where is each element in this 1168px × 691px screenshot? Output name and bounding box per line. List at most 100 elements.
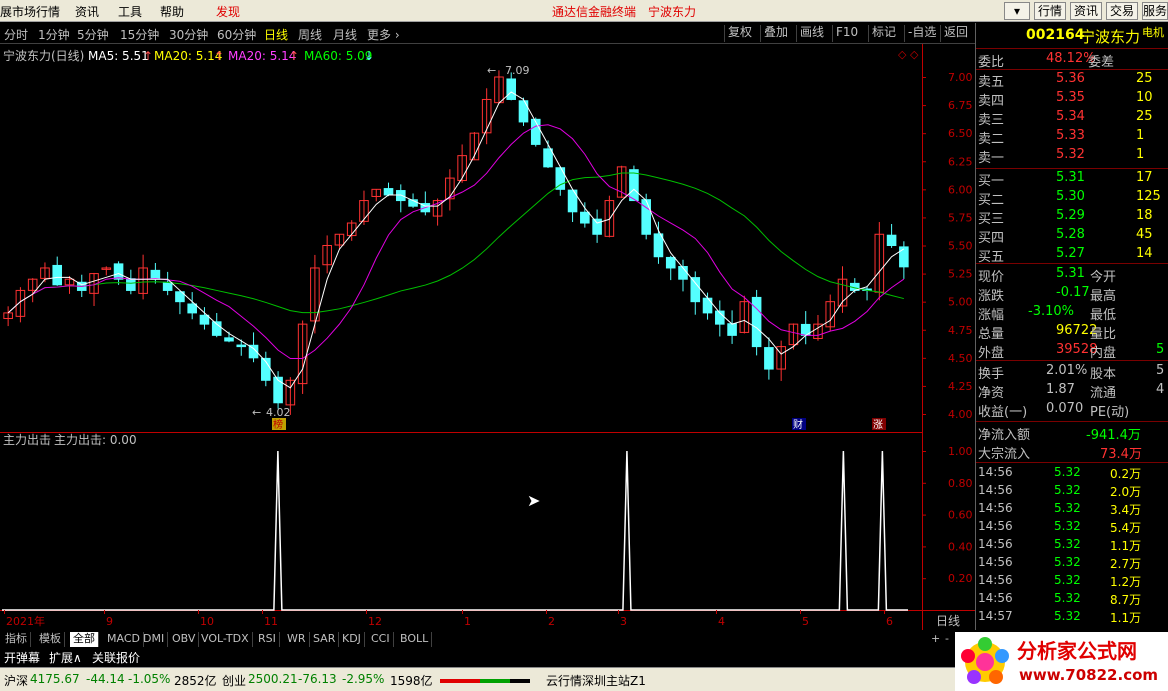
- indicator-tab[interactable]: 模板: [36, 632, 65, 647]
- menu-discover[interactable]: 发现: [216, 3, 240, 20]
- mark-button[interactable]: 标记: [868, 25, 899, 42]
- tick-row: 14:56 5.32 8.7万: [978, 591, 1142, 607]
- tick-row: 14:56 5.32 1.1万: [978, 537, 1142, 553]
- period-week[interactable]: 周线: [298, 26, 322, 43]
- candle: [776, 340, 786, 381]
- ask-row[interactable]: 卖一 5.32 1: [978, 147, 1144, 166]
- period-day[interactable]: 日线: [264, 26, 288, 43]
- candle: [629, 165, 639, 202]
- sh-change: -44.14: [86, 672, 125, 686]
- overlay-button[interactable]: 叠加: [760, 25, 791, 42]
- price-tick-label: 6.00: [948, 183, 973, 196]
- kline-chart-area[interactable]: 7.00 6.75 6.50 6.25 6.00 5.75 5.50 5.25 5.00 4.75…: [0, 44, 975, 630]
- window-menu-button[interactable]: ▾: [1004, 2, 1030, 20]
- weibi-row: 委比 48.12% 委差: [978, 51, 1115, 70]
- indicator-tab[interactable]: MACD: [104, 632, 144, 647]
- tick-row: 14:56 5.32 5.4万: [978, 519, 1142, 535]
- indicator-axis: 1.00 0.80 0.60 0.40 0.20: [922, 445, 973, 585]
- price-tick-label: 5.00: [948, 296, 973, 309]
- indicator-tab[interactable]: RSI: [255, 632, 280, 647]
- danmu-toggle[interactable]: 开弹幕: [4, 649, 40, 666]
- indicator-tab[interactable]: 全部: [70, 632, 99, 647]
- remove-watchlist-button[interactable]: -自选: [904, 25, 939, 42]
- stat2-row: 净资 1.87 流通 4: [978, 382, 1165, 401]
- indicator-tick-label: 1.00: [948, 445, 973, 458]
- indicator-tab[interactable]: KDJ: [339, 632, 365, 647]
- indicator-tab[interactable]: SAR: [310, 632, 340, 647]
- period-1min[interactable]: 1分钟: [38, 26, 70, 43]
- diamond-icon[interactable]: ◇: [898, 48, 907, 61]
- ask-row[interactable]: 卖二 5.33 1: [978, 128, 1144, 147]
- candle: [788, 323, 799, 350]
- period-month[interactable]: 月线: [333, 26, 357, 43]
- menu-market[interactable]: 展市场行情: [0, 3, 60, 20]
- stock-code: 002164: [1026, 27, 1085, 43]
- candle: [187, 292, 197, 320]
- period-more[interactable]: 更多 ›: [367, 26, 400, 43]
- candle: [310, 254, 320, 334]
- ask-row[interactable]: 卖五 5.36 25: [978, 71, 1153, 90]
- expand-button[interactable]: 扩展∧: [49, 649, 82, 666]
- candle: [89, 272, 99, 307]
- indicator-tab[interactable]: 指标: [2, 632, 31, 647]
- time-tick-label: 9: [106, 615, 113, 628]
- sh-pct: -1.05%: [128, 672, 171, 686]
- info-button[interactable]: 资讯: [1070, 2, 1102, 20]
- menu-tools[interactable]: 工具: [118, 3, 142, 20]
- diamond-icon[interactable]: ◇: [910, 48, 919, 61]
- period-30min[interactable]: 30分钟: [169, 26, 208, 43]
- restore-rights-button[interactable]: 复权: [724, 25, 755, 42]
- back-button[interactable]: 返回: [940, 25, 971, 42]
- indicator-tab[interactable]: WR: [284, 632, 310, 647]
- bid-row[interactable]: 买四 5.28 45: [978, 227, 1153, 246]
- marker-list[interactable]: 榜: [273, 418, 283, 431]
- watermark-logo: 分析家公式网 www.70822.com: [955, 632, 1168, 691]
- indicator-tab[interactable]: VOL-TDX: [198, 632, 253, 647]
- candle: [751, 289, 762, 356]
- service-button[interactable]: 服务: [1142, 2, 1168, 20]
- time-tick-label: 1: [464, 615, 471, 628]
- minus-icon[interactable]: -: [942, 632, 952, 647]
- marker-finance[interactable]: 财: [793, 418, 803, 431]
- tick-row: 14:56 5.32 2.0万: [978, 483, 1142, 499]
- chevron-right-icon: ›: [394, 28, 400, 42]
- sh-amount: 2852亿: [174, 674, 217, 688]
- candle: [886, 224, 897, 248]
- bid-row[interactable]: 买一 5.31 17: [978, 170, 1153, 189]
- time-tick-label: 2: [548, 615, 555, 628]
- candle: [518, 97, 529, 126]
- draw-line-button[interactable]: 画线: [796, 25, 827, 42]
- bid-row[interactable]: 买五 5.27 14: [978, 246, 1153, 265]
- ask-row[interactable]: 卖三 5.34 25: [978, 109, 1153, 128]
- f10-button[interactable]: F10: [832, 25, 861, 42]
- candle: [764, 337, 774, 380]
- marker-rise[interactable]: 涨: [873, 419, 883, 431]
- high-arrow: ←: [487, 64, 496, 77]
- candle: [457, 144, 467, 183]
- window-stock-name: 宁波东力: [648, 5, 697, 19]
- period-60min[interactable]: 60分钟: [217, 26, 256, 43]
- stat-row: 涨跌 -0.17 最高: [978, 285, 1117, 304]
- indicator-tab[interactable]: CCI: [368, 632, 394, 647]
- mouse-cursor-icon: ➤: [527, 491, 540, 510]
- period-tick[interactable]: 分时: [4, 26, 28, 43]
- menu-news[interactable]: 资讯: [75, 3, 99, 20]
- indicator-tick-label: 0.40: [948, 540, 973, 553]
- related-quote-button[interactable]: 关联报价: [92, 649, 140, 666]
- indicator-tab[interactable]: OBV: [169, 632, 200, 647]
- period-15min[interactable]: 15分钟: [120, 26, 159, 43]
- plus-icon[interactable]: +: [928, 632, 943, 647]
- time-tick-label: 5: [802, 615, 809, 628]
- ask-row[interactable]: 卖四 5.35 10: [978, 90, 1153, 109]
- high-label: 7.09: [505, 64, 530, 77]
- bid-row[interactable]: 买三 5.29 18: [978, 208, 1153, 227]
- indicator-tab[interactable]: DMI: [140, 632, 169, 647]
- period-5min[interactable]: 5分钟: [77, 26, 109, 43]
- kline-chart[interactable]: 7.00 6.75 6.50 6.25 6.00 5.75 5.50 5.25 5.00 4.75…: [0, 44, 975, 630]
- trade-button[interactable]: 交易: [1106, 2, 1138, 20]
- quote-button[interactable]: 行情: [1034, 2, 1066, 20]
- menu-help[interactable]: 帮助: [160, 3, 184, 20]
- indicator-tab[interactable]: BOLL: [397, 632, 433, 647]
- bid-row[interactable]: 买二 5.30 125: [978, 189, 1161, 208]
- ma5-line: [7, 91, 905, 389]
